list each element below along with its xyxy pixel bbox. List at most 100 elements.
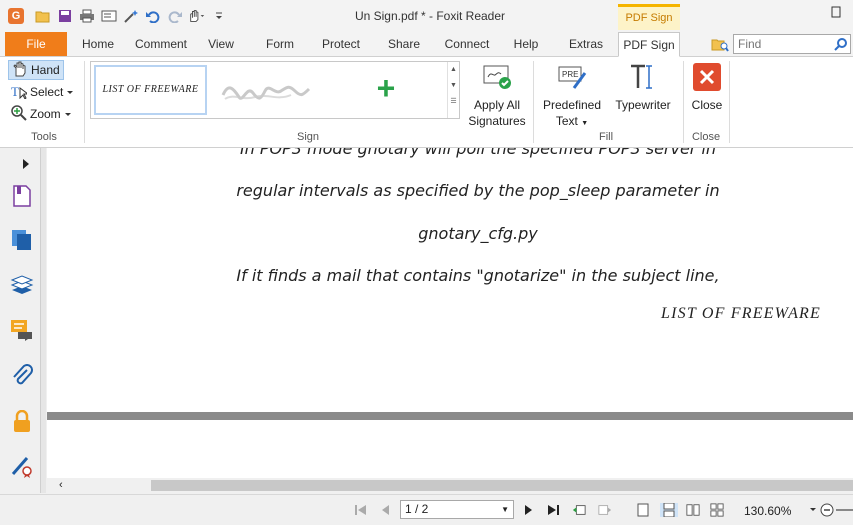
zoom-tool-label: Zoom (30, 107, 61, 121)
bookmark-page-icon[interactable] (10, 184, 34, 208)
properties-icon[interactable] (100, 7, 118, 25)
tab-home[interactable]: Home (74, 32, 122, 57)
layers-icon[interactable] (10, 274, 34, 298)
previous-view-icon[interactable] (572, 503, 586, 517)
add-signature-button[interactable]: + (331, 65, 441, 115)
tab-view[interactable]: View (200, 32, 242, 57)
placed-signature[interactable]: LIST OF FREEWARE (661, 305, 821, 323)
save-icon[interactable] (56, 7, 74, 25)
scroll-down-icon[interactable]: ▼ (448, 78, 459, 94)
attachments-icon[interactable] (10, 364, 34, 388)
tab-pdf-sign[interactable]: PDF Sign (618, 32, 680, 57)
chevron-down-icon (66, 85, 74, 99)
navigation-panel (0, 148, 44, 493)
tab-protect[interactable]: Protect (316, 32, 366, 57)
ribbon-tab-row: File Home Comment View Form Protect Shar… (0, 32, 853, 57)
hand-tool-label: Hand (31, 63, 60, 77)
ribbon-panel: Hand T Select Zoom Tools LIST OF FREEWAR… (0, 57, 853, 148)
tools-group-label: Tools (31, 131, 57, 143)
continuous-view-icon[interactable] (660, 503, 678, 517)
select-tool-label: Select (30, 85, 64, 99)
document-text-line: regular intervals as specified by the po… (236, 181, 720, 200)
typewriter-button[interactable]: Typewriter (611, 61, 675, 113)
horizontal-scrollbar[interactable]: ‹ (47, 478, 853, 493)
apply-all-signatures-button[interactable]: Apply All Signatures (463, 61, 531, 129)
zoom-slider[interactable] (836, 509, 853, 511)
predefined-label-line2: Text ▼ (555, 114, 589, 128)
signature-panel-icon[interactable] (10, 454, 34, 478)
ribbon-divider (683, 61, 684, 143)
search-help-icon[interactable] (711, 37, 729, 53)
ribbon-divider (84, 61, 85, 143)
comments-icon[interactable] (10, 318, 34, 342)
pre-badge: PRE (562, 70, 578, 79)
find-field[interactable] (733, 34, 851, 54)
pages-thumbnails-icon[interactable] (10, 228, 34, 252)
gallery-expand-icon[interactable]: ☰ (448, 94, 459, 110)
zoom-dropdown-icon[interactable] (806, 503, 820, 517)
document-view[interactable]: In POP3 mode gnotary will poll the speci… (47, 148, 853, 478)
tab-extras[interactable]: Extras (562, 32, 610, 57)
undo-icon[interactable] (144, 7, 162, 25)
magic-wand-icon[interactable] (122, 7, 140, 25)
ribbon-divider (729, 61, 730, 143)
hand-tool-dropdown-icon[interactable] (188, 7, 206, 25)
page-indicator: 1 / 2 (405, 502, 429, 516)
tab-help[interactable]: Help (508, 32, 544, 57)
close-sign-button[interactable]: Close (688, 61, 726, 113)
tab-connect[interactable]: Connect (440, 32, 494, 57)
security-lock-icon[interactable] (10, 410, 34, 434)
customize-toolbar-icon[interactable] (210, 7, 228, 25)
previous-page-icon[interactable] (378, 503, 392, 517)
next-page-icon[interactable] (522, 503, 536, 517)
fill-group-label: Fill (598, 131, 614, 143)
next-view-icon[interactable] (598, 503, 612, 517)
first-page-icon[interactable] (354, 503, 368, 517)
last-page-icon[interactable] (546, 503, 560, 517)
scroll-up-icon[interactable]: ▲ (448, 62, 459, 78)
page-separator (47, 412, 853, 420)
scrollbar-thumb[interactable] (151, 480, 853, 491)
zoom-out-icon[interactable] (820, 503, 834, 517)
foxit-logo-icon[interactable]: G (8, 8, 24, 24)
gallery-scrollbar[interactable]: ▲ ▼ ☰ (447, 62, 459, 118)
print-icon[interactable] (78, 7, 96, 25)
search-icon[interactable] (834, 37, 848, 51)
close-group-label: Close (691, 131, 721, 143)
continuous-facing-view-icon[interactable] (710, 503, 724, 517)
typewriter-icon (627, 61, 659, 93)
signature-thumbnail-handwritten[interactable] (211, 65, 326, 115)
single-page-view-icon[interactable] (636, 503, 650, 517)
facing-view-icon[interactable] (686, 503, 700, 517)
zoom-tool-button[interactable]: Zoom (8, 104, 75, 124)
apply-all-label-line1: Apply All (473, 98, 521, 112)
restore-window-icon[interactable] (826, 6, 846, 22)
predefined-text-icon: PRE (556, 61, 588, 93)
tab-comment[interactable]: Comment (128, 32, 194, 57)
expand-panel-icon[interactable] (18, 152, 34, 176)
window-title: Un Sign.pdf * - Foxit Reader (354, 9, 506, 23)
signature-thumbnail-text[interactable]: LIST OF FREEWARE (94, 65, 207, 115)
scroll-left-icon[interactable]: ‹ (59, 479, 63, 491)
chevron-down-icon: ▼ (581, 120, 589, 127)
typewriter-label: Typewriter (615, 98, 671, 112)
panel-splitter[interactable] (40, 148, 46, 493)
predefined-text-button[interactable]: PRE Predefined Text ▼ (539, 61, 605, 132)
select-tool-button[interactable]: T Select (8, 82, 77, 102)
apply-all-label-line2: Signatures (468, 114, 526, 128)
document-text-line: In POP3 mode gnotary will poll the speci… (239, 148, 717, 158)
open-folder-icon[interactable] (34, 7, 52, 25)
find-input[interactable] (734, 35, 830, 53)
tab-form[interactable]: Form (258, 32, 302, 57)
tab-share[interactable]: Share (382, 32, 426, 57)
ribbon-divider (533, 61, 534, 143)
foxit-reader-window: G Un Sign.pdf * - Foxit Reader PDF Sign … (0, 0, 853, 525)
chevron-down-icon: ▼ (501, 505, 509, 514)
page-number-select[interactable]: 1 / 2 ▼ (400, 500, 514, 519)
redo-icon[interactable] (166, 7, 184, 25)
zoom-level[interactable]: 130.60% (744, 504, 791, 518)
hand-icon (12, 61, 28, 80)
tab-file[interactable]: File (5, 32, 67, 56)
hand-tool-button[interactable]: Hand (8, 60, 64, 80)
signature-gallery: LIST OF FREEWARE + ▲ ▼ ☰ (90, 61, 460, 119)
